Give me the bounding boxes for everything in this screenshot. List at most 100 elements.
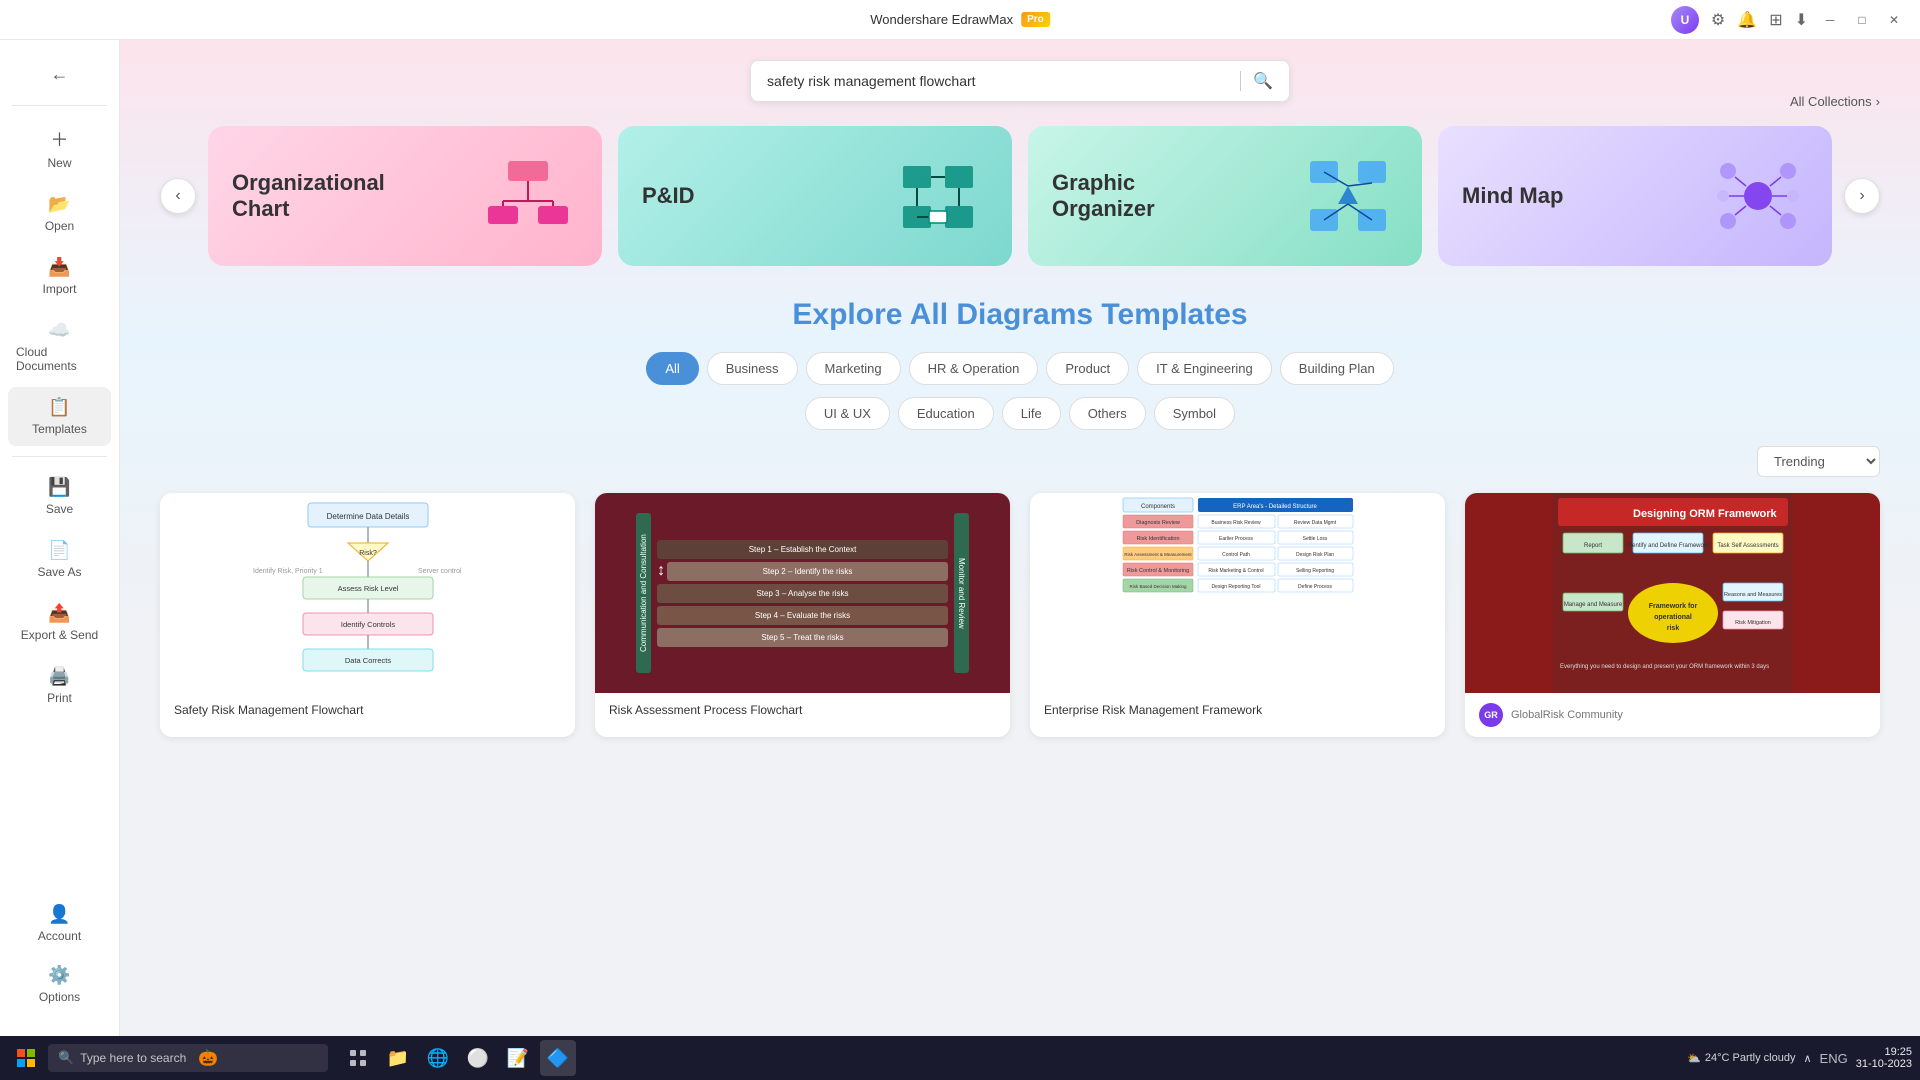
- risk-diagram-inner: Communication and Consultation Step 1 – …: [636, 513, 969, 673]
- filter-tab-ui-ux[interactable]: UI & UX: [805, 397, 890, 430]
- sidebar-item-options[interactable]: ⚙️ Options: [8, 955, 111, 1014]
- carousel-card-graphic-organizer[interactable]: Graphic Organizer: [1028, 126, 1422, 266]
- sidebar-item-templates[interactable]: 📋 Templates: [8, 387, 111, 446]
- sort-dropdown[interactable]: Trending Newest Most Popular: [1757, 446, 1880, 477]
- sidebar-item-new[interactable]: ＋ New: [8, 116, 111, 180]
- sidebar-item-cloud[interactable]: ☁️ Cloud Documents: [8, 310, 111, 383]
- user-avatar[interactable]: U: [1671, 6, 1699, 34]
- sidebar-item-save[interactable]: 💾 Save: [8, 467, 111, 526]
- search-button[interactable]: 🔍: [1253, 71, 1273, 91]
- file-explorer-icon: 📁: [387, 1048, 409, 1069]
- search-input[interactable]: [767, 73, 1228, 89]
- sidebar-item-import[interactable]: 📥 Import: [8, 247, 111, 306]
- template-card-risk-steps-footer: Risk Assessment Process Flowchart: [595, 693, 1010, 727]
- template-orm-author-name: GlobalRisk Community: [1511, 709, 1623, 721]
- filter-tab-life[interactable]: Life: [1002, 397, 1061, 430]
- svg-text:Everything you need to design: Everything you need to design and presen…: [1560, 664, 1769, 670]
- filter-tab-building-plan[interactable]: Building Plan: [1280, 352, 1394, 385]
- filter-tab-marketing[interactable]: Marketing: [806, 352, 901, 385]
- sidebar-item-save-as[interactable]: 📄 Save As: [8, 530, 111, 589]
- template-card-flowchart-image: Determine Data Details Risk? Assess Risk…: [160, 493, 575, 693]
- risk-steps-list: Step 1 – Establish the Context ↕Step 2 –…: [657, 513, 948, 673]
- carousel-next-button[interactable]: ›: [1844, 178, 1880, 214]
- filter-tab-education[interactable]: Education: [898, 397, 994, 430]
- download-icon[interactable]: ⬇: [1795, 10, 1808, 30]
- lang-indicator: ENG: [1820, 1051, 1848, 1066]
- template-orm-author-info: GlobalRisk Community: [1511, 709, 1623, 721]
- carousel-prev-button[interactable]: ‹: [160, 178, 196, 214]
- settings-icon[interactable]: ⚙: [1711, 10, 1725, 30]
- template-card-flowchart[interactable]: Determine Data Details Risk? Assess Risk…: [160, 493, 575, 737]
- pid-svg: [893, 156, 983, 236]
- app-body: ← ＋ New 📂 Open 📥 Import ☁️ Cloud Documen…: [0, 40, 1920, 1036]
- close-button[interactable]: ✕: [1884, 10, 1904, 30]
- clock-date: 31-10-2023: [1856, 1058, 1912, 1070]
- template-card-risk-steps[interactable]: Communication and Consultation Step 1 – …: [595, 493, 1010, 737]
- taskbar-app-edrawmax[interactable]: 🔷: [540, 1040, 576, 1076]
- flowchart-diagram-svg: Determine Data Details Risk? Assess Risk…: [248, 493, 488, 693]
- maximize-button[interactable]: □: [1852, 10, 1872, 30]
- filter-tab-product[interactable]: Product: [1046, 352, 1129, 385]
- sidebar-open-label: Open: [45, 219, 74, 233]
- template-card-erp[interactable]: Components ERP Area's - Detailed Structu…: [1030, 493, 1445, 737]
- sidebar-options-label: Options: [39, 990, 80, 1004]
- grid-icon[interactable]: ⊞: [1769, 10, 1782, 30]
- systray-icon: ∧: [1803, 1052, 1811, 1065]
- taskbar-halloween-icon: 🎃: [198, 1048, 218, 1068]
- carousel-card-mindmap[interactable]: Mind Map: [1438, 126, 1832, 266]
- filter-tab-symbol[interactable]: Symbol: [1154, 397, 1235, 430]
- sidebar-item-open[interactable]: 📂 Open: [8, 184, 111, 243]
- sidebar: ← ＋ New 📂 Open 📥 Import ☁️ Cloud Documen…: [0, 40, 120, 1036]
- sidebar-item-account[interactable]: 👤 Account: [8, 894, 111, 953]
- main-content: 🔍 All Collections › ‹ Organizational Cha…: [120, 40, 1920, 1036]
- all-collections-link[interactable]: All Collections ›: [1790, 94, 1880, 109]
- carousel-card-org-chart[interactable]: Organizational Chart: [208, 126, 602, 266]
- sidebar-back-button[interactable]: ←: [8, 54, 111, 95]
- template-card-orm[interactable]: Designing ORM Framework Report Identify …: [1465, 493, 1880, 737]
- sidebar-item-print[interactable]: 🖨️ Print: [8, 656, 111, 715]
- filter-tab-it-engineering[interactable]: IT & Engineering: [1137, 352, 1272, 385]
- template-card-risk-steps-name: Risk Assessment Process Flowchart: [609, 703, 802, 717]
- save-icon: 💾: [48, 477, 70, 498]
- sidebar-bottom: 👤 Account ⚙️ Options: [0, 892, 119, 1024]
- taskbar: 🔍 Type here to search 🎃 📁 🌐 ⚪ 📝 🔷: [0, 1036, 1920, 1080]
- sidebar-item-export[interactable]: 📤 Export & Send: [8, 593, 111, 652]
- svg-text:Diagnosis Review: Diagnosis Review: [1136, 520, 1180, 526]
- back-icon: ←: [51, 64, 69, 85]
- org-chart-svg: [483, 156, 573, 236]
- taskbar-right: ⛅ 24°C Partly cloudy ∧ ENG 19:25 31-10-2…: [1687, 1046, 1912, 1070]
- sidebar-import-label: Import: [42, 282, 76, 296]
- carousel-pid-title: P&ID: [642, 183, 695, 209]
- svg-text:Risk Mitigation: Risk Mitigation: [1735, 620, 1771, 626]
- carousel-pid-image: [888, 146, 988, 246]
- filter-tab-business[interactable]: Business: [707, 352, 798, 385]
- sidebar-cloud-label: Cloud Documents: [16, 345, 103, 373]
- minimize-button[interactable]: ─: [1820, 10, 1840, 30]
- taskbar-app-edge[interactable]: 🌐: [420, 1040, 456, 1076]
- risk-step-4: Step 4 – Evaluate the risks: [657, 606, 948, 625]
- chrome-icon: ⚪: [467, 1048, 489, 1069]
- risk-diagram: Communication and Consultation Step 1 – …: [626, 503, 979, 683]
- template-card-orm-image: Designing ORM Framework Report Identify …: [1465, 493, 1880, 693]
- filter-tab-hr-operation[interactable]: HR & Operation: [909, 352, 1039, 385]
- svg-text:Design Risk Plan: Design Risk Plan: [1295, 552, 1333, 558]
- taskbar-app-chrome[interactable]: ⚪: [460, 1040, 496, 1076]
- carousel-org-chart-title: Organizational Chart: [232, 170, 392, 223]
- start-button[interactable]: [8, 1040, 44, 1076]
- svg-text:Business Risk Review: Business Risk Review: [1211, 520, 1261, 526]
- svg-text:Risk Assessment & Measurement: Risk Assessment & Measurement: [1124, 552, 1192, 557]
- taskbar-app-files[interactable]: 📁: [380, 1040, 416, 1076]
- risk-side-label-consultation: Communication and Consultation: [636, 513, 651, 673]
- carousel-card-pid[interactable]: P&ID: [618, 126, 1012, 266]
- bell-icon[interactable]: 🔔: [1737, 10, 1757, 30]
- pro-badge: Pro: [1021, 12, 1050, 27]
- search-container: 🔍: [160, 60, 1880, 102]
- filter-tab-others[interactable]: Others: [1069, 397, 1146, 430]
- taskbar-app-word[interactable]: 📝: [500, 1040, 536, 1076]
- taskbar-search-box[interactable]: 🔍 Type here to search 🎃: [48, 1044, 328, 1072]
- explore-prefix: Explore: [792, 298, 902, 331]
- svg-text:Identify and Define Framework: Identify and Define Framework: [1627, 543, 1710, 549]
- new-icon: ＋: [51, 126, 69, 152]
- taskbar-app-taskview[interactable]: [340, 1040, 376, 1076]
- filter-tab-all[interactable]: All: [646, 352, 698, 385]
